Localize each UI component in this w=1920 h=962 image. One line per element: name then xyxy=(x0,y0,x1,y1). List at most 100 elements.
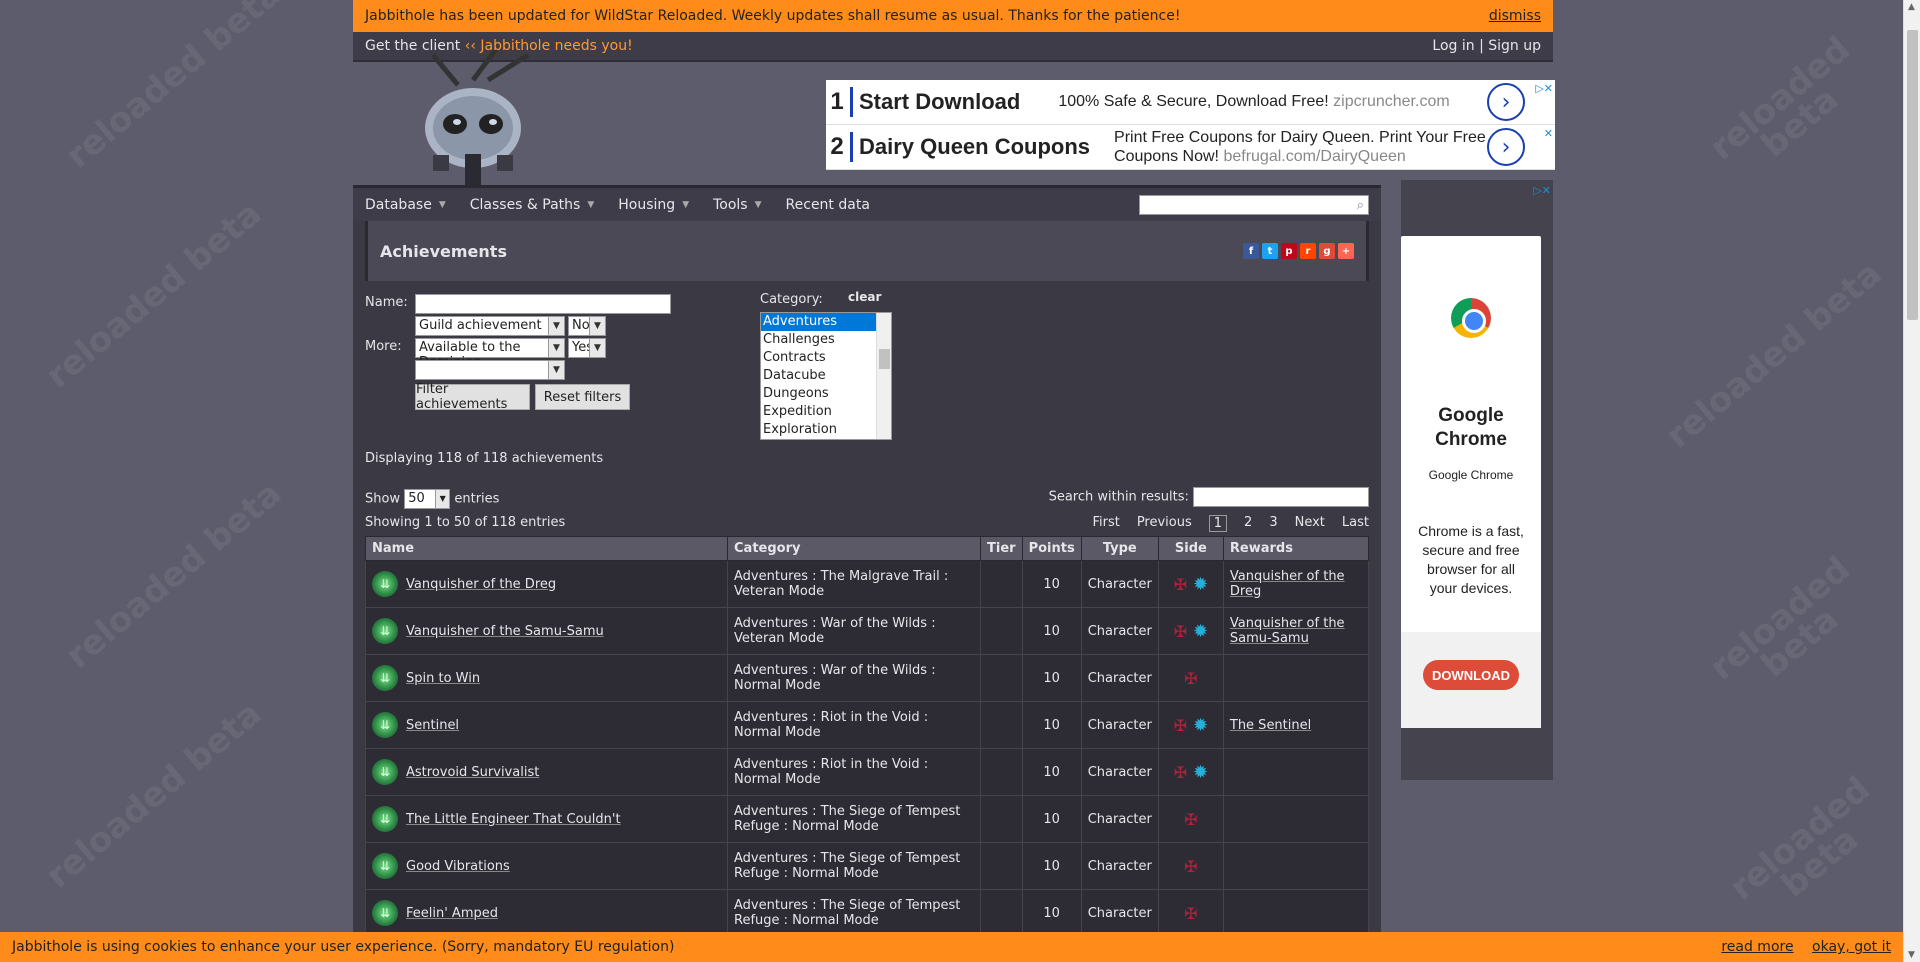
category-option[interactable]: Challenges xyxy=(761,331,891,349)
col-points[interactable]: Points xyxy=(1021,536,1082,561)
extra-filter-select[interactable]: ▼ xyxy=(415,360,565,380)
dominion-faction-icon: ✹ xyxy=(1193,714,1209,736)
scrollbar-thumb[interactable] xyxy=(1907,30,1918,320)
col-category[interactable]: Category xyxy=(727,536,981,561)
close-icon[interactable]: ✕ xyxy=(1544,127,1553,140)
clear-category-link[interactable]: clear xyxy=(848,290,881,304)
text-ad-2[interactable]: 2 Dairy Queen Coupons Print Free Coupons… xyxy=(826,125,1555,170)
category-cell: Adventures : War of the Wilds : Veteran … xyxy=(727,607,981,655)
signup-link[interactable]: Sign up xyxy=(1488,38,1541,54)
listbox-scrollbar[interactable] xyxy=(876,313,891,439)
nav-tools[interactable]: Tools ▼ xyxy=(713,197,761,213)
pager-next[interactable]: Next xyxy=(1295,515,1325,532)
reddit-icon[interactable]: r xyxy=(1300,243,1316,259)
category-option[interactable]: Dungeons xyxy=(761,385,891,403)
achievement-link[interactable]: Vanquisher of the Dreg xyxy=(406,577,556,592)
achievement-link[interactable]: Sentinel xyxy=(406,718,459,733)
facebook-icon[interactable]: f xyxy=(1243,243,1259,259)
auth-links: Log in | Sign up xyxy=(1432,38,1541,54)
name-cell: ⇊ Astrovoid Survivalist xyxy=(365,748,728,796)
category-option[interactable]: Contracts xyxy=(761,349,891,367)
site-search-input[interactable]: ⌕ xyxy=(1139,195,1369,215)
table-row[interactable]: ⇊ Good Vibrations Adventures : The Siege o… xyxy=(365,842,1370,890)
filter-achievements-button[interactable]: Filter achievements xyxy=(415,382,530,412)
nav-database[interactable]: Database ▼ xyxy=(365,197,446,213)
category-option[interactable]: Exploration xyxy=(761,421,891,439)
search-icon[interactable]: ⌕ xyxy=(1357,198,1364,213)
adchoices-icon[interactable]: ▷✕ xyxy=(1533,184,1551,197)
adchoices-icon[interactable]: ▷✕ xyxy=(1535,82,1553,95)
reset-filters-button[interactable]: Reset filters xyxy=(535,384,630,410)
google-plus-icon[interactable]: g xyxy=(1319,243,1335,259)
guild-value-select[interactable]: No ▼ xyxy=(568,316,606,336)
watermark: reloaded beta xyxy=(58,473,290,677)
col-name[interactable]: Name xyxy=(365,536,728,561)
pager-last[interactable]: Last xyxy=(1342,515,1369,532)
guild-achievement-select[interactable]: Guild achievement ▼ xyxy=(415,316,565,336)
pinterest-icon[interactable]: p xyxy=(1281,243,1297,259)
nav-housing[interactable]: Housing ▼ xyxy=(618,197,689,213)
achievement-link[interactable]: The Little Engineer That Couldn't xyxy=(406,812,621,827)
nav-recent-data[interactable]: Recent data xyxy=(786,197,870,213)
sidebar-ad[interactable]: ▷✕ Google Chrome Google Chrome Chrome is… xyxy=(1401,180,1553,780)
reward-link[interactable]: Vanquisher of the Samu-Samu xyxy=(1230,616,1345,646)
achievement-link[interactable]: Good Vibrations xyxy=(406,859,510,874)
tier-cell xyxy=(980,701,1023,749)
points-cell: 10 xyxy=(1021,654,1082,702)
chrome-ad-card[interactable]: Google Chrome Google Chrome Chrome is a … xyxy=(1401,236,1541,728)
twitter-icon[interactable]: t xyxy=(1262,243,1278,259)
type-cell: Character xyxy=(1080,795,1159,843)
reward-link[interactable]: The Sentinel xyxy=(1230,718,1311,733)
watermark: reloaded beta xyxy=(1658,253,1890,457)
text-ad-1[interactable]: 1 Start Download 100% Safe & Secure, Dow… xyxy=(826,80,1555,125)
scroll-up-icon[interactable]: ▲ xyxy=(1908,2,1915,12)
entries-per-page-select[interactable]: 50 ▼ xyxy=(404,489,451,509)
achievement-link[interactable]: Astrovoid Survivalist xyxy=(406,765,539,780)
availability-select[interactable]: Available to the Dominion▼ xyxy=(415,338,565,370)
table-row[interactable]: ⇊ Feelin' Amped Adventures : The Siege of … xyxy=(365,889,1370,937)
pager-page-2[interactable]: 2 xyxy=(1244,515,1252,532)
col-type[interactable]: Type xyxy=(1080,536,1159,561)
page-scrollbar[interactable]: ▲ ▼ xyxy=(1903,0,1920,962)
table-row[interactable]: ⇊ The Little Engineer That Couldn't Advent… xyxy=(365,795,1370,843)
col-rewards[interactable]: Rewards xyxy=(1222,536,1370,561)
category-option[interactable]: Expedition xyxy=(761,403,891,421)
pager-previous[interactable]: Previous xyxy=(1137,515,1192,532)
reward-link[interactable]: Vanquisher of the Dreg xyxy=(1230,569,1345,599)
login-link[interactable]: Log in xyxy=(1432,38,1474,54)
more-share-icon[interactable]: + xyxy=(1338,243,1354,259)
chevron-right-icon[interactable]: › xyxy=(1487,128,1525,166)
table-row[interactable]: ⇊ Vanquisher of the Dreg Adventures : The … xyxy=(365,560,1370,608)
table-row[interactable]: ⇊ Spin to Win Adventures : War of the Wild… xyxy=(365,654,1370,702)
availability-value-select[interactable]: Yes ▼ xyxy=(568,338,606,358)
page-title: Achievements xyxy=(380,241,507,261)
table-row[interactable]: ⇊ Astrovoid Survivalist Adventures : Riot … xyxy=(365,748,1370,796)
side-icons: ✠ ✹ xyxy=(1165,715,1217,736)
caret-down-icon: ▼ xyxy=(587,199,595,210)
category-option[interactable]: Datacube xyxy=(761,367,891,385)
pager-page-3[interactable]: 3 xyxy=(1269,515,1277,532)
col-tier[interactable]: Tier xyxy=(980,536,1023,561)
achievement-link[interactable]: Feelin' Amped xyxy=(406,906,498,921)
category-listbox[interactable]: Adventures Challenges Contracts Datacube… xyxy=(760,312,892,440)
pager-first[interactable]: First xyxy=(1092,515,1119,532)
nav-classes-paths[interactable]: Classes & Paths ▼ xyxy=(470,197,595,213)
col-side[interactable]: Side xyxy=(1157,536,1224,561)
okay-got-it-link[interactable]: okay, got it xyxy=(1812,939,1891,955)
download-button[interactable]: DOWNLOAD xyxy=(1423,660,1519,690)
category-cell: Adventures : Riot in the Void : Normal M… xyxy=(727,701,981,749)
name-wrap: ⇊ Spin to Win xyxy=(372,665,721,691)
name-input[interactable] xyxy=(415,294,671,314)
scrollbar-thumb[interactable] xyxy=(879,349,890,369)
table-row[interactable]: ⇊ Vanquisher of the Samu-Samu Adventures :… xyxy=(365,607,1370,655)
pager-page-1[interactable]: 1 xyxy=(1208,515,1228,532)
achievement-link[interactable]: Spin to Win xyxy=(406,671,480,686)
dismiss-link[interactable]: dismiss xyxy=(1489,8,1541,24)
search-within-input[interactable] xyxy=(1193,487,1369,507)
chevron-right-icon[interactable]: › xyxy=(1487,83,1525,121)
category-option[interactable]: Adventures xyxy=(761,313,891,331)
achievement-link[interactable]: Vanquisher of the Samu-Samu xyxy=(406,624,604,639)
table-row[interactable]: ⇊ Sentinel Adventures : Riot in the Void :… xyxy=(365,701,1370,749)
scroll-down-icon[interactable]: ▼ xyxy=(1908,950,1915,960)
read-more-link[interactable]: read more xyxy=(1721,939,1793,955)
